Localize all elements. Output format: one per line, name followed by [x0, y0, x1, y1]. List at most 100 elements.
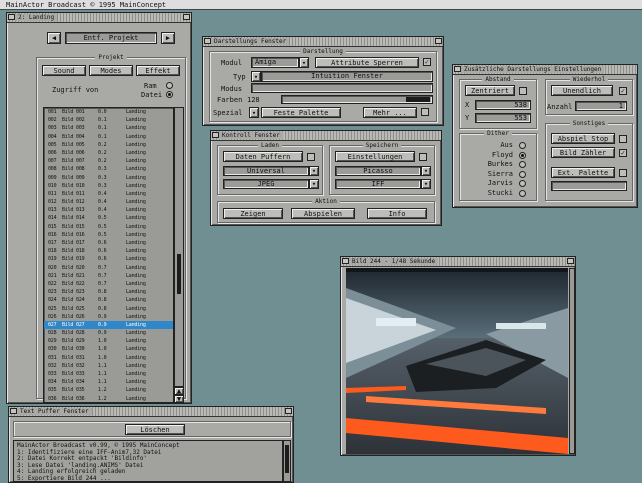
frame-list-scrollbar[interactable]	[174, 107, 184, 387]
show-button[interactable]: Zeigen	[223, 208, 283, 219]
frame-list-row[interactable]: 015 Bild 015 0.5 Landing	[44, 223, 173, 231]
ext-palette-button[interactable]: Ext. Palette	[551, 167, 615, 178]
centered-button[interactable]: Zentriert	[465, 85, 515, 96]
save-format-field[interactable]: IFF	[335, 179, 421, 189]
frame-list-row[interactable]: 020 Bild 020 0.7 Landing	[44, 264, 173, 272]
scroll-up-button[interactable]: ▲	[174, 387, 184, 395]
preview-titlebar[interactable]: Bild 244 - 1/48 Sekunde	[341, 257, 575, 267]
count-field[interactable]: 1	[575, 101, 627, 111]
control-titlebar[interactable]: Kontroll Fenster	[211, 131, 441, 141]
frame-list-row[interactable]: 002 Bild 002 0.1 Landing	[44, 116, 173, 124]
frame-list-row[interactable]: 033 Bild 033 1.1 Landing	[44, 370, 173, 378]
frame-list-row[interactable]: 006 Bild 006 0.2 Landing	[44, 149, 173, 157]
frame-list-row[interactable]: 001 Bild 001 0.0 Landing	[44, 108, 173, 116]
prev-project-button[interactable]: ◀	[47, 32, 61, 44]
frame-list-row[interactable]: 013 Bild 013 0.4 Landing	[44, 206, 173, 214]
log-scrollbar-knob[interactable]	[285, 445, 289, 473]
buffer-data-checkbox[interactable]	[307, 153, 315, 161]
playback-stop-checkbox[interactable]	[619, 135, 627, 143]
frame-list[interactable]: 001 Bild 001 0.0 Landing 002 Bild 002 0.1 Landi…	[43, 107, 174, 403]
typ-field[interactable]: Intuition Fenster	[261, 71, 433, 82]
frame-counter-button[interactable]: Bild Zähler	[551, 147, 615, 158]
log-scrollbar[interactable]	[283, 440, 291, 482]
close-gadget-icon[interactable]	[204, 38, 211, 44]
frame-list-row[interactable]: 034 Bild 034 1.1 Landing	[44, 378, 173, 386]
depth-gadget-icon[interactable]	[183, 14, 190, 20]
infinite-button[interactable]: Unendlich	[551, 85, 613, 96]
info-button[interactable]: Info	[367, 208, 427, 219]
close-gadget-icon[interactable]	[8, 14, 15, 20]
close-gadget-icon[interactable]	[454, 66, 461, 72]
frame-list-row[interactable]: 018 Bild 018 0.6 Landing	[44, 247, 173, 255]
load-format-popup[interactable]: ▾	[309, 179, 319, 189]
log-output[interactable]: MainActor Broadcast v0.99, © 1995 MainCo…	[13, 440, 283, 482]
clear-button[interactable]: Löschen	[125, 424, 185, 435]
effekt-button[interactable]: Effekt	[136, 65, 180, 76]
frame-list-row[interactable]: 012 Bild 012 0.4 Landing	[44, 198, 173, 206]
frame-list-row[interactable]: 036 Bild 036 1.2 Landing	[44, 395, 173, 402]
dither-option-radio[interactable]	[519, 170, 526, 178]
ext-palette-field[interactable]	[551, 181, 627, 191]
dither-option-radio[interactable]	[519, 142, 526, 149]
frame-list-row[interactable]: 022 Bild 022 0.7 Landing	[44, 280, 173, 288]
frame-list-row[interactable]: 029 Bild 029 1.0 Landing	[44, 337, 173, 345]
access-datei-radio[interactable]	[166, 91, 173, 98]
frame-list-row[interactable]: 019 Bild 019 0.6 Landing	[44, 255, 173, 263]
frame-list-row[interactable]: 016 Bild 016 0.5 Landing	[44, 231, 173, 239]
fixed-palette-button[interactable]: Feste Palette	[261, 107, 341, 118]
infinite-checkbox[interactable]: ✓	[619, 87, 627, 95]
sound-button[interactable]: Sound	[42, 65, 86, 76]
modus-field[interactable]	[251, 83, 433, 93]
project-selector[interactable]: Entf. Projekt	[65, 32, 157, 44]
frame-list-row[interactable]: 023 Bild 023 0.8 Landing	[44, 288, 173, 296]
attribute-lock-checkbox[interactable]: ✓	[423, 58, 431, 66]
scroll-down-button[interactable]: ▼	[174, 395, 184, 403]
modul-popup-button[interactable]: ▾	[299, 57, 309, 68]
frame-list-row[interactable]: 035 Bild 035 1.2 Landing	[44, 386, 173, 394]
landing-titlebar[interactable]: 2: Landing	[7, 13, 191, 23]
frame-list-row[interactable]: 010 Bild 010 0.3 Landing	[44, 182, 173, 190]
frame-list-row[interactable]: 003 Bild 003 0.1 Landing	[44, 124, 173, 132]
frame-list-row[interactable]: 017 Bild 017 0.6 Landing	[44, 239, 173, 247]
load-module-popup[interactable]: ▾	[309, 166, 319, 176]
frame-list-row[interactable]: 027 Bild 027 0.9 Landing	[44, 320, 173, 330]
save-module-popup[interactable]: ▾	[421, 166, 431, 176]
frame-list-row[interactable]: 021 Bild 021 0.7 Landing	[44, 272, 173, 280]
frame-list-row[interactable]: 030 Bild 030 1.0 Landing	[44, 345, 173, 353]
close-gadget-icon[interactable]	[212, 132, 219, 138]
dither-option-radio[interactable]	[519, 151, 526, 159]
settings-checkbox[interactable]	[419, 153, 427, 161]
dither-option-radio[interactable]	[519, 190, 526, 197]
load-module-field[interactable]: Universal	[223, 166, 309, 176]
frame-list-row[interactable]: 004 Bild 004 0.1 Landing	[44, 133, 173, 141]
frame-list-row[interactable]: 031 Bild 031 1.0 Landing	[44, 354, 173, 362]
frame-list-row[interactable]: 014 Bild 014 0.5 Landing	[44, 214, 173, 222]
ext-palette-checkbox[interactable]	[619, 169, 627, 177]
farben-slider[interactable]	[281, 95, 433, 104]
frame-counter-checkbox[interactable]: ✓	[619, 149, 627, 157]
frame-list-row[interactable]: 025 Bild 025 0.8 Landing	[44, 305, 173, 313]
x-field[interactable]: 538	[475, 100, 531, 110]
scrollbar-knob[interactable]	[177, 254, 181, 294]
attribute-lock-button[interactable]: Attribute Sperren	[315, 57, 419, 68]
frame-list-row[interactable]: 011 Bild 011 0.4 Landing	[44, 190, 173, 198]
load-format-field[interactable]: JPEG	[223, 179, 309, 189]
frame-list-row[interactable]: 024 Bild 024 0.8 Landing	[44, 296, 173, 304]
settings-button[interactable]: Einstellungen	[335, 151, 415, 162]
darstellung-titlebar[interactable]: Darstellungs Fenster	[203, 37, 443, 47]
access-ram-radio[interactable]	[166, 82, 173, 89]
frame-list-row[interactable]: 007 Bild 007 0.2 Landing	[44, 157, 173, 165]
depth-gadget-icon[interactable]	[285, 408, 292, 414]
farben-slider-knob[interactable]	[406, 97, 430, 102]
more-checkbox[interactable]	[421, 108, 429, 116]
modes-button[interactable]: Modes	[89, 65, 133, 76]
text-buffer-titlebar[interactable]: Text Puffer Fenster	[9, 407, 293, 417]
depth-gadget-icon[interactable]	[435, 38, 442, 44]
depth-gadget-icon[interactable]	[567, 258, 574, 264]
extra-settings-titlebar[interactable]: Zusätzliche Darstellungs Einstellungen	[453, 65, 637, 75]
buffer-data-button[interactable]: Daten Puffern	[223, 151, 303, 162]
frame-list-row[interactable]: 026 Bild 026 0.9 Landing	[44, 313, 173, 321]
y-field[interactable]: 553	[475, 113, 531, 123]
close-gadget-icon[interactable]	[342, 258, 349, 264]
frame-list-row[interactable]: 005 Bild 005 0.2 Landing	[44, 141, 173, 149]
